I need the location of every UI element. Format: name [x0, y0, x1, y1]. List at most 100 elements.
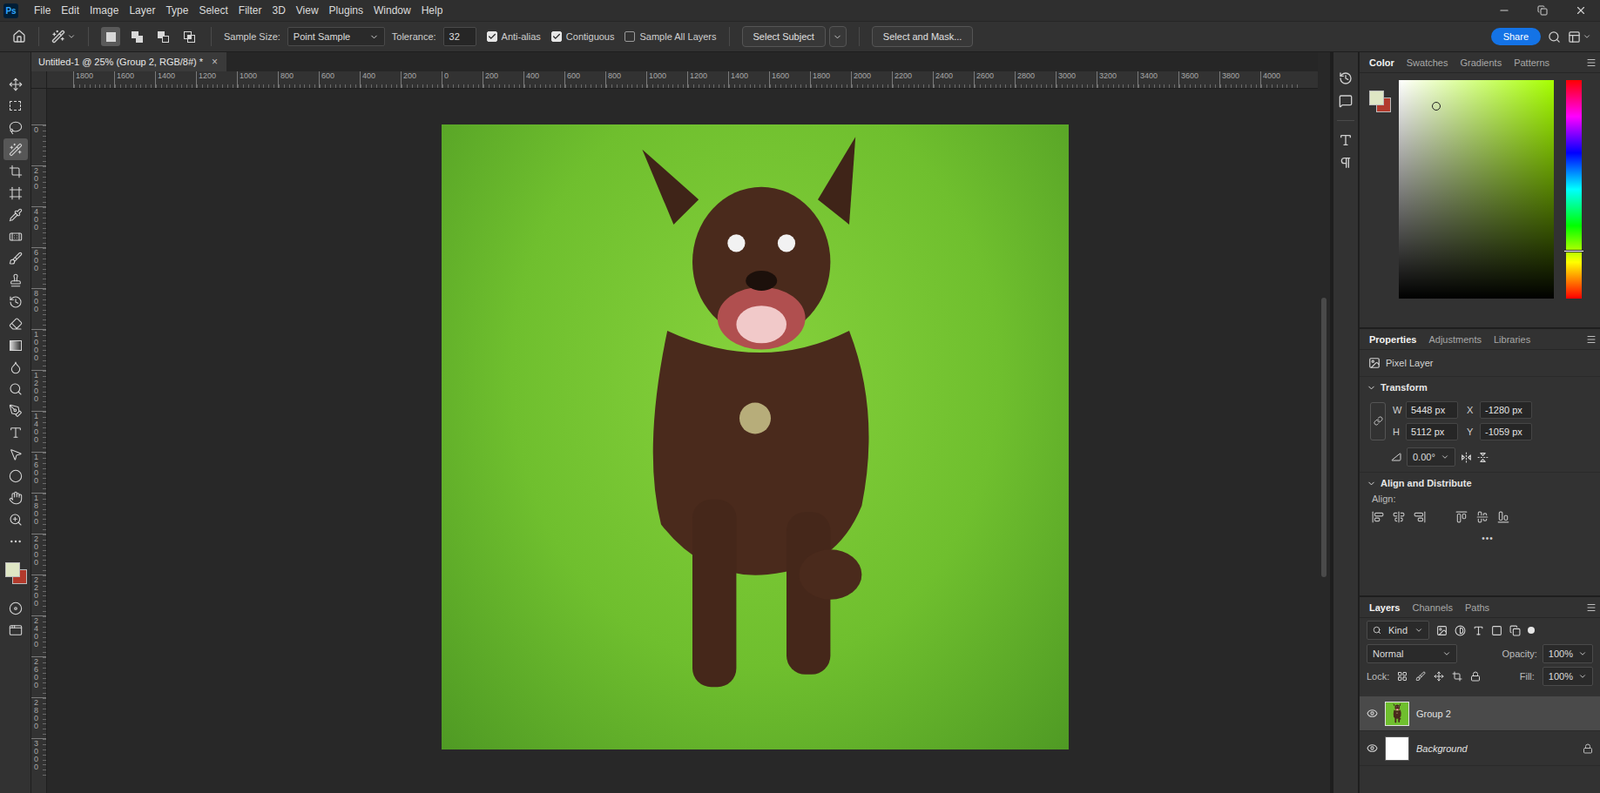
layer-row[interactable]: Background	[1359, 731, 1600, 767]
foreground-swatch[interactable]	[1369, 90, 1384, 106]
tool-button[interactable]	[3, 138, 28, 161]
pixel-filter-icon[interactable]	[1436, 625, 1448, 637]
menu-item[interactable]: Plugins	[324, 2, 369, 19]
transform-header[interactable]: Transform	[1359, 376, 1600, 399]
menu-item[interactable]: Edit	[55, 2, 85, 19]
option-checkbox[interactable]: Anti-alias	[486, 31, 541, 42]
visibility-icon[interactable]	[1366, 708, 1378, 720]
lock-all-icon[interactable]	[1470, 671, 1481, 682]
share-button[interactable]: Share	[1491, 27, 1541, 46]
panel-tab[interactable]: Swatches	[1400, 55, 1455, 70]
panel-menu-button[interactable]	[1586, 602, 1597, 614]
lock-artboard-icon[interactable]	[1451, 671, 1463, 682]
more-button[interactable]: •••	[1359, 530, 1600, 544]
panel-tab[interactable]: Gradients	[1453, 55, 1508, 70]
tool-button[interactable]	[3, 203, 28, 226]
menu-item[interactable]: Image	[84, 2, 124, 19]
comment-icon[interactable]	[1338, 94, 1353, 109]
color-marker[interactable]	[1431, 101, 1441, 111]
align-left-icon[interactable]	[1371, 511, 1384, 524]
history-icon[interactable]	[1338, 71, 1353, 86]
workspace-button[interactable]	[1567, 30, 1592, 44]
align-center-icon[interactable]	[1392, 511, 1405, 524]
opacity-input[interactable]: 100%	[1542, 644, 1594, 664]
home-button[interactable]	[12, 29, 27, 44]
lock-pixels-icon[interactable]	[1415, 671, 1426, 682]
smart-object-filter-icon[interactable]	[1509, 625, 1521, 637]
color-field[interactable]	[1398, 80, 1554, 299]
vertical-scrollbar[interactable]	[1317, 52, 1330, 793]
type-filter-icon[interactable]	[1472, 625, 1485, 637]
selection-mode-button[interactable]	[179, 27, 199, 47]
tool-button[interactable]	[3, 619, 28, 642]
select-and-mask-button[interactable]: Select and Mask...	[871, 26, 974, 48]
lock-position-icon[interactable]	[1433, 671, 1445, 682]
tool-button[interactable]	[3, 356, 28, 379]
tolerance-input[interactable]: 32	[443, 27, 477, 47]
tool-button[interactable]	[3, 486, 28, 509]
tool-button[interactable]	[3, 530, 28, 553]
visibility-icon[interactable]	[1366, 742, 1378, 755]
restore-button[interactable]	[1523, 0, 1562, 21]
align-top-icon[interactable]	[1455, 511, 1468, 524]
tool-button[interactable]	[3, 182, 28, 204]
select-subject-button[interactable]: Select Subject	[742, 26, 826, 48]
select-subject-menu-button[interactable]	[829, 26, 847, 48]
character-icon[interactable]	[1338, 133, 1353, 148]
align-bottom-icon[interactable]	[1497, 511, 1510, 524]
menu-item[interactable]: Filter	[233, 2, 268, 19]
option-checkbox[interactable]: Sample All Layers	[624, 31, 716, 42]
checkbox[interactable]	[551, 31, 562, 42]
tool-button[interactable]	[3, 225, 28, 248]
field-input[interactable]: -1280 px	[1479, 401, 1533, 419]
tool-button[interactable]	[3, 399, 28, 422]
panel-menu-button[interactable]	[1586, 57, 1597, 68]
tool-button[interactable]	[3, 378, 28, 400]
panel-tab[interactable]: Adjustments	[1422, 332, 1488, 347]
filter-kind-dropdown[interactable]: Kind	[1366, 621, 1430, 641]
sample-size-dropdown[interactable]: Point Sample	[287, 27, 385, 47]
menu-item[interactable]: 3D	[266, 2, 291, 19]
tool-preset-button[interactable]	[51, 29, 76, 44]
field-input[interactable]: 5448 px	[1405, 401, 1459, 419]
minimize-button[interactable]	[1485, 0, 1524, 21]
menu-item[interactable]: Window	[368, 2, 417, 19]
panel-tab[interactable]: Color	[1363, 55, 1401, 70]
search-button[interactable]	[1547, 30, 1561, 44]
field-input[interactable]: 5112 px	[1405, 423, 1459, 441]
panel-tab[interactable]: Layers	[1363, 600, 1406, 615]
tool-button[interactable]	[3, 312, 28, 335]
tool-button[interactable]	[3, 94, 28, 117]
flip-horizontal-icon[interactable]	[1460, 452, 1472, 464]
tool-button[interactable]	[3, 597, 28, 620]
panel-tab[interactable]: Libraries	[1487, 332, 1537, 347]
tool-button[interactable]	[3, 116, 28, 139]
menu-item[interactable]: Select	[193, 2, 233, 19]
filter-toggle-icon[interactable]	[1527, 627, 1535, 635]
panel-menu-button[interactable]	[1586, 334, 1597, 345]
scroll-thumb[interactable]	[1321, 297, 1327, 579]
layer-name[interactable]: Background	[1416, 743, 1468, 755]
tool-button[interactable]	[3, 334, 28, 357]
tool-button[interactable]	[3, 443, 28, 466]
panel-tab[interactable]: Patterns	[1507, 55, 1556, 70]
photo[interactable]	[441, 124, 1069, 750]
hue-slider[interactable]	[1566, 80, 1582, 299]
menu-item[interactable]: Type	[160, 2, 194, 19]
document-tab[interactable]: Untitled-1 @ 25% (Group 2, RGB/8#) *×	[31, 52, 227, 72]
adjustment-filter-icon[interactable]	[1454, 625, 1466, 637]
tool-button[interactable]	[3, 269, 28, 291]
checkbox[interactable]	[486, 31, 498, 42]
canvas[interactable]	[47, 88, 1318, 793]
tool-button[interactable]	[3, 421, 28, 444]
menu-item[interactable]: Layer	[123, 2, 161, 19]
align-right-icon[interactable]	[1413, 511, 1426, 524]
tool-button[interactable]	[3, 160, 28, 183]
hue-marker[interactable]	[1563, 249, 1585, 253]
paragraph-icon[interactable]	[1338, 155, 1353, 170]
blend-mode-dropdown[interactable]: Normal	[1366, 644, 1458, 664]
flip-vertical-icon[interactable]	[1477, 452, 1489, 464]
align-header[interactable]: Align and Distribute	[1359, 472, 1600, 494]
menu-item[interactable]: File	[28, 2, 56, 19]
lock-transparency-icon[interactable]	[1397, 671, 1408, 682]
